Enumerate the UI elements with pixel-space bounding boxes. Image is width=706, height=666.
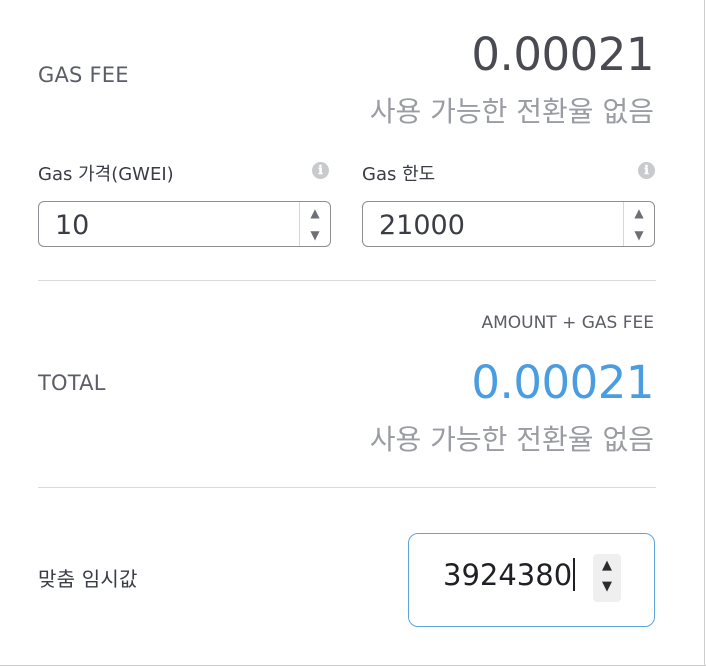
gas-limit-info-icon[interactable]: ℹ (638, 162, 655, 179)
transaction-fee-panel: GAS FEE 0.00021 사용 가능한 전환율 없음 Gas 가격(GWE… (0, 0, 706, 666)
gas-price-spinner[interactable]: ▲ ▼ (299, 202, 330, 246)
text-caret (573, 558, 576, 591)
chevron-down-icon[interactable]: ▼ (593, 579, 621, 594)
gas-limit-label: Gas 한도 (362, 164, 436, 185)
divider (38, 487, 656, 488)
chevron-up-icon[interactable]: ▲ (300, 202, 330, 224)
total-label: TOTAL (38, 371, 106, 395)
custom-nonce-label: 맞춤 임시값 (38, 567, 138, 591)
gas-price-input[interactable]: 10 ▲ ▼ (38, 201, 331, 247)
gas-limit-spinner[interactable]: ▲ ▼ (623, 202, 654, 246)
custom-nonce-value[interactable]: 3924380 (443, 558, 576, 592)
total-conversion: 사용 가능한 전환율 없음 (369, 423, 654, 456)
chevron-down-icon[interactable]: ▼ (300, 224, 330, 246)
custom-nonce-input[interactable]: 3924380 ▲ ▼ (408, 533, 655, 627)
gas-fee-value: 0.00021 (471, 28, 654, 81)
panel-right-border (704, 0, 705, 666)
gas-fee-conversion: 사용 가능한 전환율 없음 (369, 95, 654, 128)
divider (38, 280, 656, 281)
chevron-up-icon[interactable]: ▲ (624, 202, 654, 224)
gas-price-label: Gas 가격(GWEI) (38, 164, 174, 185)
gas-price-value[interactable]: 10 (55, 210, 89, 241)
chevron-up-icon[interactable]: ▲ (593, 558, 621, 573)
custom-nonce-spinner[interactable]: ▲ ▼ (593, 554, 621, 602)
gas-limit-input[interactable]: 21000 ▲ ▼ (362, 201, 655, 247)
total-caption: AMOUNT + GAS FEE (481, 313, 654, 333)
chevron-down-icon[interactable]: ▼ (624, 224, 654, 246)
gas-limit-value[interactable]: 21000 (379, 210, 465, 241)
total-value: 0.00021 (471, 356, 654, 409)
gas-price-info-icon[interactable]: ℹ (312, 162, 329, 179)
gas-fee-label: GAS FEE (38, 63, 129, 87)
